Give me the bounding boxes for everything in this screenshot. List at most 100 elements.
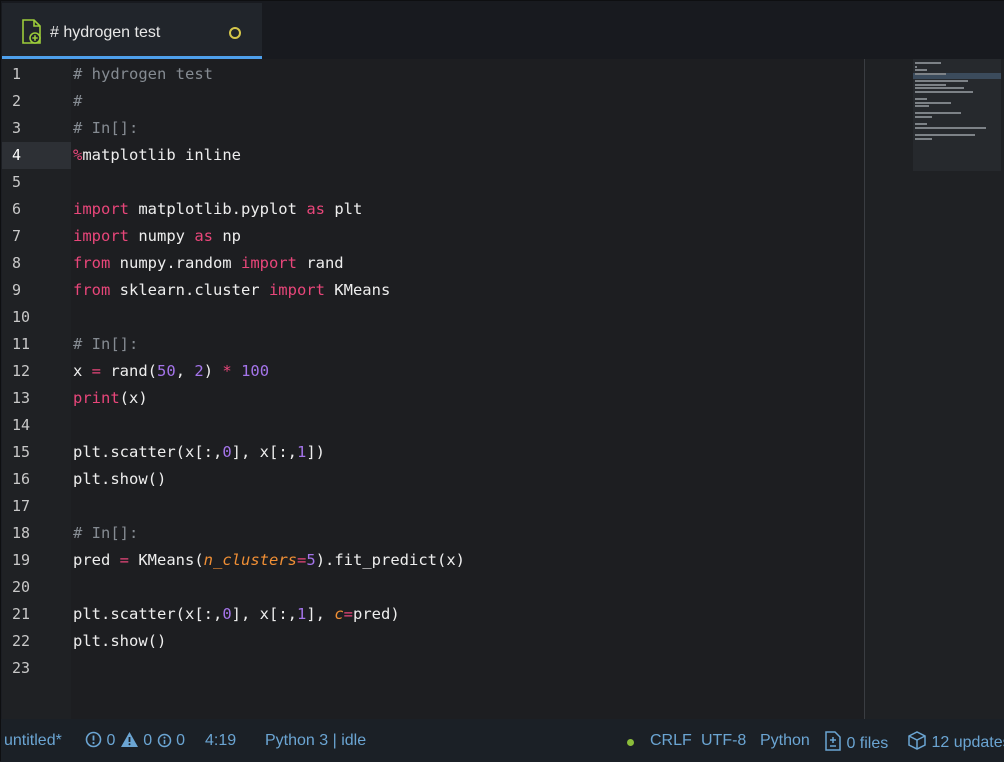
code-line[interactable]: plt.scatter(x[:,0], x[:,1]) xyxy=(73,439,325,466)
code-line[interactable]: from sklearn.cluster import KMeans xyxy=(73,277,390,304)
line-number[interactable]: 7 xyxy=(2,223,71,250)
warning-icon xyxy=(120,732,138,747)
minimap-line xyxy=(915,137,932,140)
line-number-text: 7 xyxy=(12,227,22,245)
line-number-gutter[interactable]: 1 2 3 4 5 6 7 8 9 10 11 12 13 14 15 16 17 18 19 20 21 22 23 xyxy=(2,59,71,719)
line-number[interactable]: 14 xyxy=(2,412,71,439)
line-number[interactable]: 13 xyxy=(2,385,71,412)
tab-title: # hydrogen test xyxy=(50,24,161,41)
line-number[interactable]: 22 xyxy=(2,628,71,655)
code-token: KMeans( xyxy=(129,551,204,569)
line-number[interactable]: 10 xyxy=(2,304,71,331)
package-icon xyxy=(908,731,926,750)
line-number[interactable]: 19 xyxy=(2,547,71,574)
tab-bar: # hydrogen test xyxy=(1,1,1004,59)
line-number[interactable]: 1 xyxy=(2,61,71,88)
minimap-line xyxy=(915,65,917,68)
line-number[interactable]: 23 xyxy=(2,655,71,682)
code-token: 5 xyxy=(306,551,316,569)
line-number[interactable]: 15 xyxy=(2,439,71,466)
file-encoding[interactable]: UTF-8 xyxy=(701,731,746,751)
minimap[interactable] xyxy=(913,59,1001,171)
cursor-position[interactable]: 4:19 xyxy=(205,731,236,751)
line-number[interactable]: 12 xyxy=(2,358,71,385)
minimap-line xyxy=(915,90,973,93)
minimap-line xyxy=(915,62,941,64)
line-number-text: 17 xyxy=(12,497,31,515)
code-token: numpy.random xyxy=(110,254,241,272)
line-number[interactable]: 6 xyxy=(2,196,71,223)
code-line[interactable]: # hydrogen test xyxy=(73,61,213,88)
line-ending[interactable]: CRLF xyxy=(650,731,692,751)
code-token: as xyxy=(306,200,325,218)
code-token: plt.scatter(x[:, xyxy=(73,605,223,623)
code-token: 50 xyxy=(157,362,176,380)
wrap-guide xyxy=(864,59,865,719)
code-line[interactable]: # xyxy=(73,88,82,115)
line-number[interactable]: 2 xyxy=(2,88,71,115)
code-area[interactable]: # hydrogen test # # In[]: %matplotlib inlin… xyxy=(71,59,864,719)
code-line[interactable]: print(x) xyxy=(73,385,148,412)
code-line[interactable]: from numpy.random import rand xyxy=(73,250,344,277)
code-token: 1 xyxy=(296,605,307,623)
code-line[interactable]: %matplotlib inline xyxy=(73,142,241,169)
code-token: rand xyxy=(296,254,344,272)
tab-hydrogen-test[interactable]: # hydrogen test xyxy=(2,3,262,59)
file-name-status[interactable]: untitled* xyxy=(4,731,62,751)
code-line[interactable]: plt.scatter(x[:,0], x[:,1], c=pred) xyxy=(73,601,400,628)
new-file-icon xyxy=(22,19,41,44)
code-token: 2 xyxy=(194,362,204,380)
code-token: KMeans xyxy=(324,281,391,299)
line-number[interactable]: 9 xyxy=(2,277,71,304)
code-token: import xyxy=(240,254,297,272)
line-number-text: 11 xyxy=(12,335,31,353)
code-line[interactable]: import numpy as np xyxy=(73,223,241,250)
code-token: # In[]: xyxy=(73,119,139,137)
line-number[interactable]: 21 xyxy=(2,601,71,628)
line-number-text: 16 xyxy=(12,470,31,488)
line-number[interactable]: 20 xyxy=(2,574,71,601)
modified-indicator-icon[interactable] xyxy=(229,27,241,39)
code-token: rand( xyxy=(101,362,158,380)
code-line[interactable]: import matplotlib.pyplot as plt xyxy=(73,196,362,223)
line-number-text: 22 xyxy=(12,632,31,650)
git-files-status[interactable]: 0 files xyxy=(824,731,888,754)
line-number[interactable]: 8 xyxy=(2,250,71,277)
minimap-line xyxy=(915,123,927,126)
code-line[interactable]: plt.show() xyxy=(73,628,166,655)
grammar-selector[interactable]: Python xyxy=(760,731,810,751)
line-number[interactable]: 11 xyxy=(2,331,71,358)
line-number[interactable]: 3 xyxy=(2,115,71,142)
code-token: import xyxy=(268,281,325,299)
package-updates-status[interactable]: 12 updates xyxy=(907,731,1004,753)
code-line[interactable]: # In[]: xyxy=(73,115,138,142)
code-token: from xyxy=(73,254,111,272)
line-number-text: 20 xyxy=(12,578,31,596)
app-window: # hydrogen test 1 2 3 4 5 6 7 8 9 10 11 12 13 14 15 16 1… xyxy=(0,0,1004,762)
code-token: plt xyxy=(324,200,363,218)
line-number-text: 21 xyxy=(12,605,31,623)
line-number-text: 10 xyxy=(12,308,31,326)
code-line[interactable]: pred = KMeans(n_clusters=5).fit_predict(… xyxy=(73,547,465,574)
line-number-text: 6 xyxy=(12,200,22,218)
code-token: # In[]: xyxy=(73,335,139,353)
code-line[interactable]: x = rand(50, 2) * 100 xyxy=(73,358,269,385)
code-line[interactable]: plt.show() xyxy=(73,466,166,493)
diagnostics-status[interactable]: 0 0 0 xyxy=(85,731,185,751)
code-token: # hydrogen test xyxy=(73,65,213,83)
code-token: # In[]: xyxy=(73,524,139,542)
line-number[interactable]: 18 xyxy=(2,520,71,547)
kernel-status[interactable]: Python 3 | idle xyxy=(265,731,366,751)
code-line[interactable]: # In[]: xyxy=(73,520,138,547)
line-number[interactable]: 5 xyxy=(2,169,71,196)
code-token: ], xyxy=(306,605,335,623)
code-line[interactable]: # In[]: xyxy=(73,331,138,358)
line-number-text: 8 xyxy=(12,254,22,272)
minimap-line xyxy=(915,69,927,72)
editor[interactable]: 1 2 3 4 5 6 7 8 9 10 11 12 13 14 15 16 17 18 19 20 21 22 23 # … xyxy=(2,59,1004,719)
line-number[interactable]: 17 xyxy=(2,493,71,520)
line-number[interactable]: 16 xyxy=(2,466,71,493)
line-number[interactable]: 4 xyxy=(2,142,71,169)
code-token: plt.scatter(x[:, xyxy=(73,443,223,461)
minimap-line xyxy=(915,126,987,129)
